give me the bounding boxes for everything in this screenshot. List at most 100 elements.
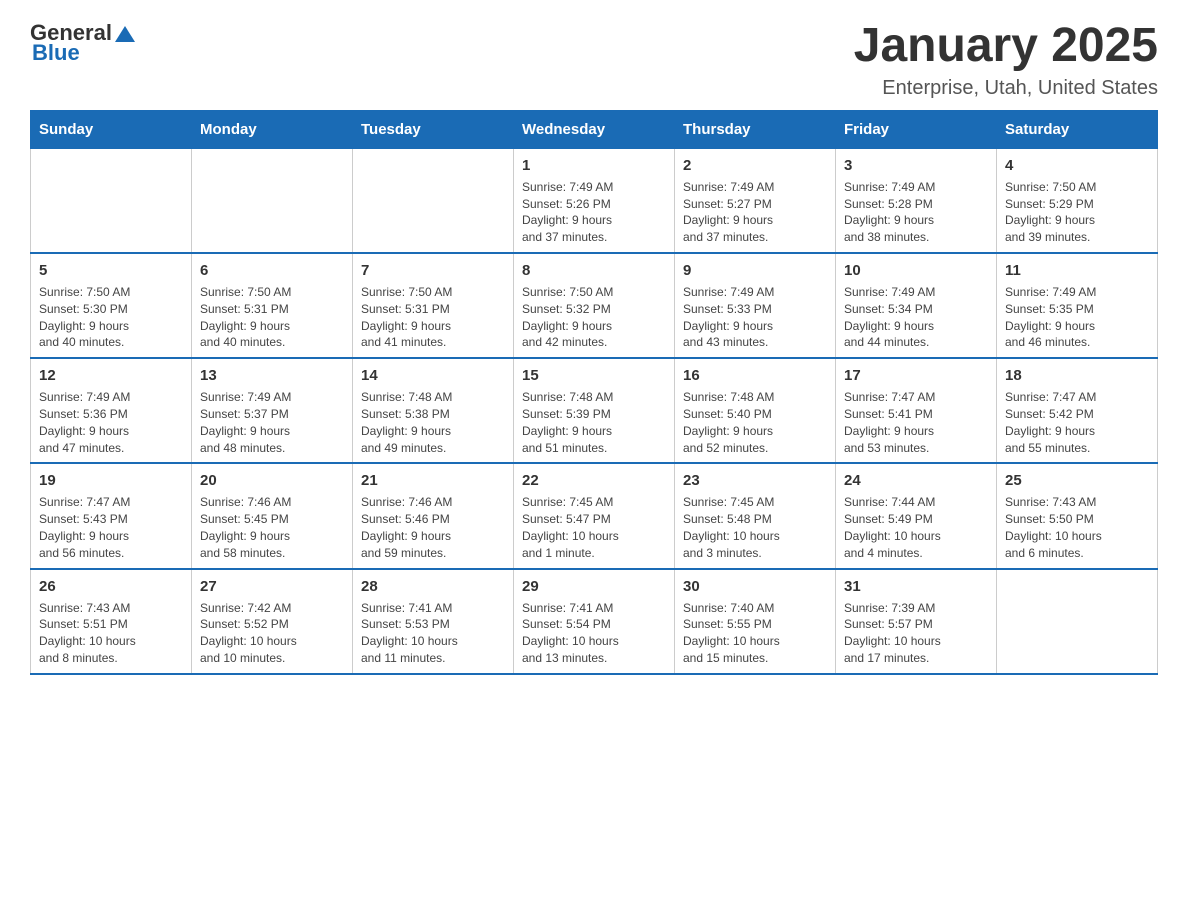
weekday-header-wednesday: Wednesday — [514, 110, 675, 148]
day-number: 30 — [683, 576, 827, 597]
day-info: Sunrise: 7:42 AM Sunset: 5:52 PM Dayligh… — [200, 600, 344, 667]
calendar-week-row: 19Sunrise: 7:47 AM Sunset: 5:43 PM Dayli… — [31, 463, 1158, 568]
day-number: 23 — [683, 470, 827, 491]
day-info: Sunrise: 7:48 AM Sunset: 5:38 PM Dayligh… — [361, 389, 505, 456]
calendar-header: SundayMondayTuesdayWednesdayThursdayFrid… — [31, 110, 1158, 148]
calendar-cell: 5 Sunrise: 7:50 AM Sunset: 5:30 PM Daylig… — [31, 253, 192, 358]
calendar-cell: 28 Sunrise: 7:41 AM Sunset: 5:53 PM Dayli… — [353, 569, 514, 674]
calendar-week-row: 1 Sunrise: 7:49 AM Sunset: 5:26 PM Daylig… — [31, 148, 1158, 253]
calendar-cell: 4 Sunrise: 7:50 AM Sunset: 5:29 PM Daylig… — [997, 148, 1158, 253]
day-info: Sunrise: 7:50 AM Sunset: 5:29 PM Dayligh… — [1005, 179, 1149, 246]
day-info: Sunrise: 7:48 AM Sunset: 5:39 PM Dayligh… — [522, 389, 666, 456]
day-info: Sunrise: 7:40 AM Sunset: 5:55 PM Dayligh… — [683, 600, 827, 667]
day-info: Sunrise: 7:44 AM Sunset: 5:49 PM Dayligh… — [844, 494, 988, 561]
calendar-cell: 19Sunrise: 7:47 AM Sunset: 5:43 PM Dayli… — [31, 463, 192, 568]
calendar-week-row: 26 Sunrise: 7:43 AM Sunset: 5:51 PM Dayli… — [31, 569, 1158, 674]
day-number: 18 — [1005, 365, 1149, 386]
calendar-cell: 2 Sunrise: 7:49 AM Sunset: 5:27 PM Daylig… — [675, 148, 836, 253]
day-number: 26 — [39, 576, 183, 597]
day-info: Sunrise: 7:49 AM Sunset: 5:33 PM Dayligh… — [683, 284, 827, 351]
calendar-cell: 26 Sunrise: 7:43 AM Sunset: 5:51 PM Dayli… — [31, 569, 192, 674]
day-number: 5 — [39, 260, 183, 281]
weekday-header-monday: Monday — [192, 110, 353, 148]
weekday-header-row: SundayMondayTuesdayWednesdayThursdayFrid… — [31, 110, 1158, 148]
weekday-header-sunday: Sunday — [31, 110, 192, 148]
calendar-table: SundayMondayTuesdayWednesdayThursdayFrid… — [30, 110, 1158, 675]
day-info: Sunrise: 7:46 AM Sunset: 5:45 PM Dayligh… — [200, 494, 344, 561]
page-header: General Blue January 2025 Enterprise, Ut… — [30, 20, 1158, 100]
day-info: Sunrise: 7:50 AM Sunset: 5:32 PM Dayligh… — [522, 284, 666, 351]
day-number: 2 — [683, 155, 827, 176]
weekday-header-tuesday: Tuesday — [353, 110, 514, 148]
day-info: Sunrise: 7:41 AM Sunset: 5:53 PM Dayligh… — [361, 600, 505, 667]
calendar-cell: 14 Sunrise: 7:48 AM Sunset: 5:38 PM Dayli… — [353, 358, 514, 463]
calendar-cell: 15 Sunrise: 7:48 AM Sunset: 5:39 PM Dayli… — [514, 358, 675, 463]
calendar-cell: 8 Sunrise: 7:50 AM Sunset: 5:32 PM Daylig… — [514, 253, 675, 358]
day-number: 28 — [361, 576, 505, 597]
day-info: Sunrise: 7:43 AM Sunset: 5:51 PM Dayligh… — [39, 600, 183, 667]
day-number: 8 — [522, 260, 666, 281]
page-title: January 2025 — [854, 20, 1158, 73]
day-info: Sunrise: 7:49 AM Sunset: 5:26 PM Dayligh… — [522, 179, 666, 246]
title-section: January 2025 Enterprise, Utah, United St… — [854, 20, 1158, 100]
day-number: 3 — [844, 155, 988, 176]
calendar-cell: 31 Sunrise: 7:39 AM Sunset: 5:57 PM Dayli… — [836, 569, 997, 674]
weekday-header-friday: Friday — [836, 110, 997, 148]
day-info: Sunrise: 7:49 AM Sunset: 5:34 PM Dayligh… — [844, 284, 988, 351]
calendar-cell: 7 Sunrise: 7:50 AM Sunset: 5:31 PM Daylig… — [353, 253, 514, 358]
calendar-cell — [997, 569, 1158, 674]
day-info: Sunrise: 7:39 AM Sunset: 5:57 PM Dayligh… — [844, 600, 988, 667]
calendar-cell: 16 Sunrise: 7:48 AM Sunset: 5:40 PM Dayli… — [675, 358, 836, 463]
day-number: 9 — [683, 260, 827, 281]
calendar-week-row: 12 Sunrise: 7:49 AM Sunset: 5:36 PM Dayli… — [31, 358, 1158, 463]
calendar-cell — [353, 148, 514, 253]
day-info: Sunrise: 7:47 AM Sunset: 5:42 PM Dayligh… — [1005, 389, 1149, 456]
calendar-cell: 11Sunrise: 7:49 AM Sunset: 5:35 PM Dayli… — [997, 253, 1158, 358]
calendar-cell: 10 Sunrise: 7:49 AM Sunset: 5:34 PM Dayli… — [836, 253, 997, 358]
day-number: 7 — [361, 260, 505, 281]
day-number: 29 — [522, 576, 666, 597]
calendar-cell — [192, 148, 353, 253]
day-info: Sunrise: 7:43 AM Sunset: 5:50 PM Dayligh… — [1005, 494, 1149, 561]
calendar-cell: 21Sunrise: 7:46 AM Sunset: 5:46 PM Dayli… — [353, 463, 514, 568]
calendar-cell — [31, 148, 192, 253]
calendar-cell: 17Sunrise: 7:47 AM Sunset: 5:41 PM Dayli… — [836, 358, 997, 463]
calendar-cell: 12 Sunrise: 7:49 AM Sunset: 5:36 PM Dayli… — [31, 358, 192, 463]
day-number: 31 — [844, 576, 988, 597]
day-info: Sunrise: 7:45 AM Sunset: 5:48 PM Dayligh… — [683, 494, 827, 561]
day-info: Sunrise: 7:50 AM Sunset: 5:31 PM Dayligh… — [361, 284, 505, 351]
day-number: 14 — [361, 365, 505, 386]
calendar-body: 1 Sunrise: 7:49 AM Sunset: 5:26 PM Daylig… — [31, 148, 1158, 673]
calendar-cell: 18 Sunrise: 7:47 AM Sunset: 5:42 PM Dayli… — [997, 358, 1158, 463]
calendar-week-row: 5 Sunrise: 7:50 AM Sunset: 5:30 PM Daylig… — [31, 253, 1158, 358]
day-number: 6 — [200, 260, 344, 281]
day-number: 19 — [39, 470, 183, 491]
day-number: 12 — [39, 365, 183, 386]
weekday-header-thursday: Thursday — [675, 110, 836, 148]
day-number: 4 — [1005, 155, 1149, 176]
logo-blue-text: Blue — [32, 40, 135, 66]
day-info: Sunrise: 7:50 AM Sunset: 5:30 PM Dayligh… — [39, 284, 183, 351]
day-info: Sunrise: 7:50 AM Sunset: 5:31 PM Dayligh… — [200, 284, 344, 351]
day-number: 10 — [844, 260, 988, 281]
calendar-cell: 27 Sunrise: 7:42 AM Sunset: 5:52 PM Dayli… — [192, 569, 353, 674]
day-number: 16 — [683, 365, 827, 386]
day-number: 21 — [361, 470, 505, 491]
day-info: Sunrise: 7:47 AM Sunset: 5:41 PM Dayligh… — [844, 389, 988, 456]
day-number: 27 — [200, 576, 344, 597]
calendar-cell: 22Sunrise: 7:45 AM Sunset: 5:47 PM Dayli… — [514, 463, 675, 568]
calendar-cell: 30 Sunrise: 7:40 AM Sunset: 5:55 PM Dayli… — [675, 569, 836, 674]
calendar-cell: 24Sunrise: 7:44 AM Sunset: 5:49 PM Dayli… — [836, 463, 997, 568]
day-info: Sunrise: 7:49 AM Sunset: 5:36 PM Dayligh… — [39, 389, 183, 456]
day-info: Sunrise: 7:49 AM Sunset: 5:27 PM Dayligh… — [683, 179, 827, 246]
calendar-cell: 29Sunrise: 7:41 AM Sunset: 5:54 PM Dayli… — [514, 569, 675, 674]
day-number: 22 — [522, 470, 666, 491]
day-number: 20 — [200, 470, 344, 491]
day-number: 13 — [200, 365, 344, 386]
calendar-cell: 23 Sunrise: 7:45 AM Sunset: 5:48 PM Dayli… — [675, 463, 836, 568]
day-number: 15 — [522, 365, 666, 386]
day-info: Sunrise: 7:48 AM Sunset: 5:40 PM Dayligh… — [683, 389, 827, 456]
day-info: Sunrise: 7:49 AM Sunset: 5:35 PM Dayligh… — [1005, 284, 1149, 351]
calendar-cell: 25Sunrise: 7:43 AM Sunset: 5:50 PM Dayli… — [997, 463, 1158, 568]
day-number: 1 — [522, 155, 666, 176]
